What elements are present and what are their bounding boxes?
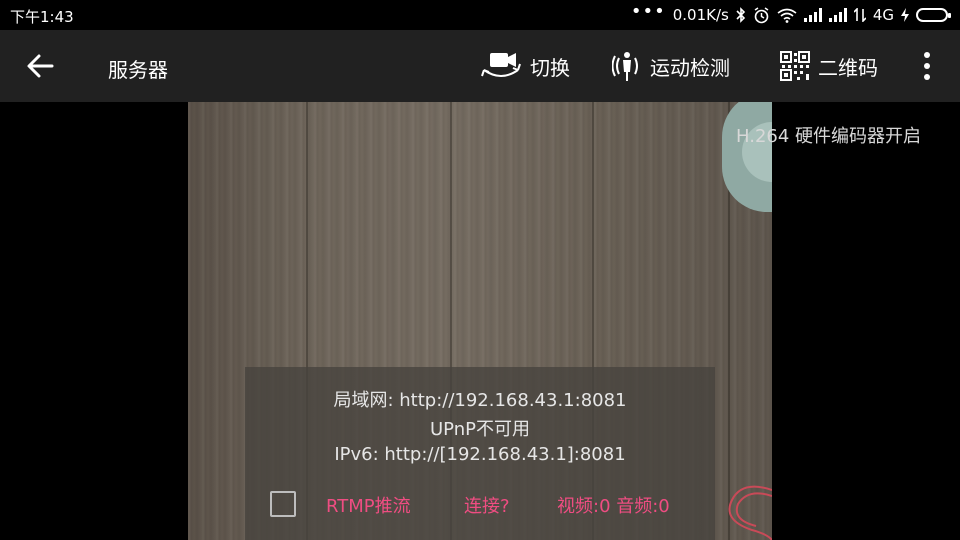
bluetooth-icon — [736, 5, 746, 25]
switch-label: 切换 — [530, 55, 570, 80]
signal-icon — [828, 5, 847, 25]
arrow-left-icon — [27, 54, 54, 78]
motion-label: 运动检测 — [650, 55, 730, 80]
qr-label: 二维码 — [818, 55, 878, 80]
more-vertical-icon — [924, 52, 930, 58]
server-info-panel: 局域网: http://192.168.43.1:8081 UPnP不可用 IP… — [245, 367, 715, 540]
more-notifications-icon: ••• — [630, 1, 666, 22]
status-bar: 下午1:43 ••• 0.01K/s 4G — [0, 0, 960, 30]
rtmp-label[interactable]: RTMP推流 — [326, 492, 411, 518]
av-count: 视频:0 音频:0 — [557, 496, 670, 517]
rtmp-checkbox[interactable] — [270, 491, 296, 517]
rtmp-row: RTMP推流 连接? 视频:0 音频:0 — [245, 489, 715, 519]
ipv6-url: IPv6: http://[192.168.43.1]:8081 — [334, 444, 626, 465]
qr-code-icon — [780, 51, 810, 81]
status-icons: ••• 0.01K/s 4G — [630, 1, 951, 25]
switch-camera-button[interactable]: 切换 — [480, 48, 570, 84]
battery-icon — [916, 8, 951, 22]
alarm-icon — [753, 5, 770, 25]
charging-icon — [901, 5, 909, 25]
app-screen: 下午1:43 ••• 0.01K/s 4G 服务器 切换 运动检测 二维码 H.… — [0, 0, 960, 540]
upnp-status: UPnP不可用 — [430, 419, 530, 440]
encoder-status: H.264 硬件编码器开启 — [736, 126, 922, 147]
qr-code-button[interactable]: 二维码 — [780, 48, 878, 84]
motion-detect-button[interactable]: 运动检测 — [612, 48, 730, 84]
lan-url: 局域网: http://192.168.43.1:8081 — [333, 390, 627, 411]
more-vertical-icon — [924, 74, 930, 80]
app-toolbar: 服务器 切换 运动检测 二维码 — [0, 30, 960, 102]
signal-icon — [803, 5, 822, 25]
status-time: 下午1:43 — [10, 8, 74, 26]
more-options-button[interactable] — [916, 50, 938, 82]
page-title: 服务器 — [108, 58, 168, 82]
network-type: 4G — [872, 6, 894, 24]
wifi-icon — [777, 5, 797, 25]
motion-detect-icon — [612, 52, 638, 81]
data-arrows-icon — [853, 5, 866, 25]
more-vertical-icon — [924, 63, 930, 69]
camera-switch-icon — [481, 53, 521, 77]
red-cable-in-frame — [728, 485, 772, 540]
net-speed: 0.01K/s — [672, 6, 729, 24]
back-button[interactable] — [22, 50, 62, 82]
connect-link[interactable]: 连接? — [464, 492, 510, 518]
